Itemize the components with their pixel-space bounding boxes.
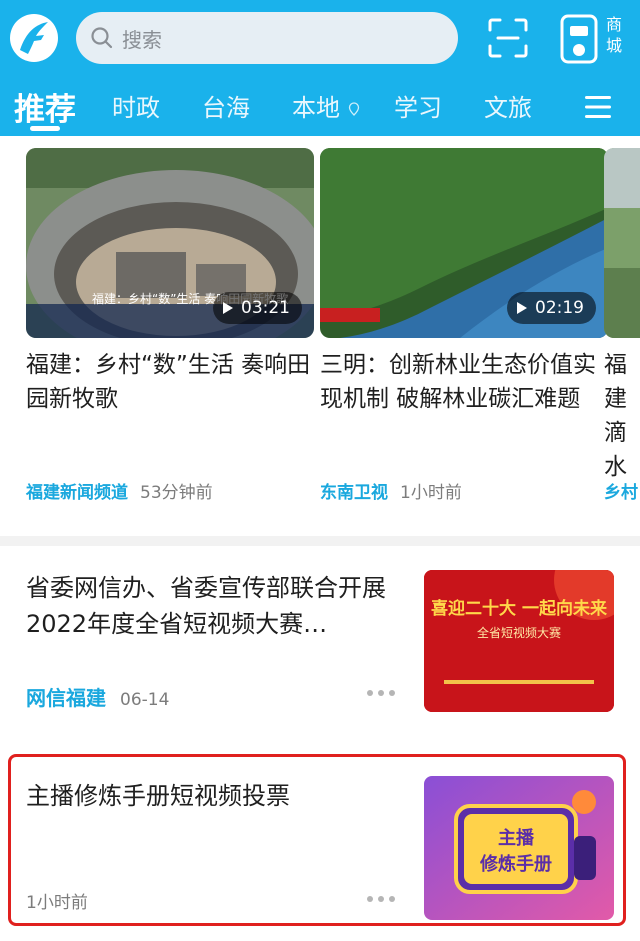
- search-placeholder: 搜索: [122, 27, 162, 52]
- video-source[interactable]: 乡村: [604, 483, 638, 503]
- highlight-box: [8, 754, 626, 926]
- tab-politics[interactable]: 时政: [112, 88, 160, 123]
- video-source[interactable]: 福建新闻频道: [26, 483, 128, 503]
- video-title[interactable]: 福建：乡村“数”生活 奏响田园新牧歌: [26, 348, 314, 416]
- video-thumbnail[interactable]: 02:19: [320, 148, 608, 338]
- tab-recommend[interactable]: 推荐: [14, 84, 76, 129]
- section-divider: [0, 536, 640, 546]
- video-source[interactable]: 东南卫视: [320, 483, 388, 503]
- search-bar[interactable]: 搜索: [76, 12, 458, 64]
- mall-label: 商 城: [605, 15, 622, 55]
- location-pin-icon: [348, 102, 359, 116]
- news-meta: 网信福建 06-14: [26, 682, 169, 711]
- channel-tabs: 推荐 时政 台海 本地 学习 文旅: [0, 84, 640, 134]
- hillside-image: [604, 148, 640, 338]
- video-title[interactable]: 福建滴水: [604, 348, 640, 484]
- news-item[interactable]: 省委网信办、省委宣传部联合开展2022年度全省短视频大赛… 网信福建 06-14 …: [0, 546, 640, 746]
- video-carousel[interactable]: 福建：乡村“数”生活 奏响田园新牧歌 03:21 福建：乡村“数”生活 奏响田园…: [0, 136, 640, 534]
- contest-poster-image: [424, 570, 614, 712]
- top-bar: 搜索 商 城 推荐 时政 台海 本地 学习 文旅: [0, 0, 640, 136]
- news-time: 06-14: [120, 690, 170, 710]
- duration-badge: 02:19: [507, 292, 596, 324]
- video-title[interactable]: 三明：创新林业生态价值实现机制 破解林业碳汇难题: [320, 348, 608, 416]
- video-time: 53分钟前: [140, 483, 213, 503]
- play-icon: [517, 302, 527, 314]
- more-options-icon[interactable]: [366, 689, 396, 697]
- video-thumbnail[interactable]: 福建：乡村“数”生活 奏响田园新牧歌 03:21: [26, 148, 314, 338]
- duration-badge: 03:21: [213, 292, 302, 324]
- news-title[interactable]: 省委网信办、省委宣传部联合开展2022年度全省短视频大赛…: [26, 570, 406, 642]
- play-icon: [223, 302, 233, 314]
- news-thumbnail[interactable]: 喜迎二十大 一起向未来 全省短视频大赛: [424, 570, 614, 712]
- video-meta: 乡村: [604, 478, 638, 503]
- news-source[interactable]: 网信福建: [26, 686, 106, 710]
- poster-headline: 喜迎二十大 一起向未来: [431, 599, 607, 619]
- search-icon: [91, 27, 113, 49]
- menu-icon[interactable]: [584, 94, 612, 120]
- video-time: 1小时前: [400, 483, 462, 503]
- video-meta: 福建新闻频道 53分钟前: [26, 478, 213, 503]
- video-meta: 东南卫视 1小时前: [320, 478, 462, 503]
- tab-culture-travel[interactable]: 文旅: [484, 88, 532, 123]
- tab-local[interactable]: 本地: [292, 88, 360, 123]
- tab-cross-strait[interactable]: 台海: [202, 88, 250, 123]
- scan-icon[interactable]: [486, 16, 530, 60]
- app-logo[interactable]: [8, 12, 60, 64]
- tab-study[interactable]: 学习: [394, 88, 442, 123]
- poster-subtitle: 全省短视频大赛: [476, 626, 561, 640]
- active-tab-indicator: [30, 126, 60, 131]
- video-thumbnail[interactable]: [604, 148, 640, 338]
